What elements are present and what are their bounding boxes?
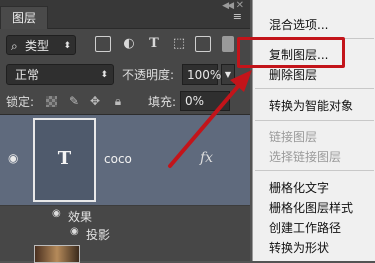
collapse-icon[interactable]: ◀◀	[222, 1, 234, 11]
blend-mode-select[interactable]: 正常 ⬍	[6, 64, 114, 85]
search-icon: ⌕	[11, 39, 18, 53]
chevron-updown-icon: ⬍	[63, 41, 71, 51]
fx-icon[interactable]: fx	[200, 150, 213, 166]
menu-separator	[255, 120, 374, 121]
menu-item-select-linked-layers: 选择链接图层	[269, 150, 342, 164]
lock-pixels-icon[interactable]: ✎	[66, 93, 82, 109]
opacity-input[interactable]: 100%	[182, 64, 221, 85]
eye-icon[interactable]: ◉	[70, 226, 79, 237]
eye-icon[interactable]: ◉	[52, 208, 61, 219]
blend-row: 正常 ⬍ 不透明度: 100% ▼	[0, 60, 250, 88]
pixel-filter-icon[interactable]	[95, 36, 111, 52]
visibility-toggle[interactable]: ◉	[0, 115, 28, 205]
menu-item-delete-layer[interactable]: 删除图层	[269, 66, 317, 83]
lock-all-icon[interactable]: 🔒︎	[110, 93, 126, 109]
lock-row: 锁定: ✎ ✥ 🔒︎ 填充: 0%	[0, 88, 250, 115]
type-filter-icon[interactable]: T	[146, 36, 162, 52]
layer-name[interactable]: coco	[104, 152, 132, 166]
eye-icon[interactable]: ◉	[8, 151, 18, 165]
menu-item-rasterize-layer-style[interactable]: 栅格化图层样式	[269, 199, 353, 216]
menu-item-convert-smart-object[interactable]: 转换为智能对象	[269, 97, 353, 114]
layer-thumbnail[interactable]: T	[33, 118, 96, 202]
fill-input[interactable]: 0%	[180, 91, 230, 111]
menu-item-create-work-path[interactable]: 创建工作路径	[269, 219, 341, 236]
menu-item-rasterize-type[interactable]: 栅格化文字	[269, 179, 329, 196]
menu-item-link-layers: 链接图层	[269, 130, 318, 144]
drop-shadow-row[interactable]: ◉ 投影	[0, 224, 250, 242]
opacity-dropdown-icon[interactable]: ▼	[221, 64, 235, 85]
image-layer-thumbnail[interactable]	[34, 245, 80, 263]
layer-row-selected[interactable]: ◉ T coco fx	[0, 115, 250, 206]
menu-item-convert-to-shape[interactable]: 转换为形状	[269, 239, 329, 256]
adjustment-filter-icon[interactable]: ◐	[121, 36, 137, 52]
lock-label: 锁定:	[6, 95, 35, 109]
chevron-updown-icon: ⬍	[100, 70, 108, 80]
fill-label: 填充:	[148, 95, 177, 109]
smart-object-filter-icon[interactable]	[195, 36, 211, 52]
filter-row: ⌕ 类型 ⬍ ◐ T ⬚	[0, 30, 250, 60]
menu-item-blending-options[interactable]: 混合选项...	[269, 16, 328, 33]
opacity-label: 不透明度:	[122, 68, 175, 82]
effects-label: 效果	[68, 210, 93, 224]
text-layer-icon: T	[57, 148, 72, 169]
effects-row[interactable]: ◉ 效果	[0, 206, 250, 224]
tab-layers[interactable]: 图层	[0, 6, 48, 29]
panel-menu-icon[interactable]: ≡	[233, 11, 242, 22]
blend-mode-value: 正常	[15, 68, 40, 82]
filter-toggle-icon[interactable]	[222, 36, 234, 52]
lock-position-icon[interactable]: ✥	[87, 93, 103, 109]
filter-kind-label: 类型	[25, 39, 50, 53]
shape-filter-icon[interactable]: ⬚	[171, 36, 187, 52]
menu-separator	[255, 88, 374, 89]
drop-shadow-label: 投影	[86, 228, 111, 242]
layer-row-image[interactable]	[0, 243, 250, 263]
highlight-box	[237, 37, 345, 68]
menu-separator	[255, 170, 374, 171]
panel-tab-bar: 图层 ◀◀ ✕ ≡	[0, 0, 250, 29]
layers-panel: 图层 ◀◀ ✕ ≡ ⌕ 类型 ⬍ ◐ T ⬚ 正常 ⬍ 不透明度: 100% ▼…	[0, 0, 250, 263]
filter-kind-select[interactable]: ⌕ 类型 ⬍	[6, 35, 76, 55]
lock-transparency-icon[interactable]	[46, 96, 57, 107]
